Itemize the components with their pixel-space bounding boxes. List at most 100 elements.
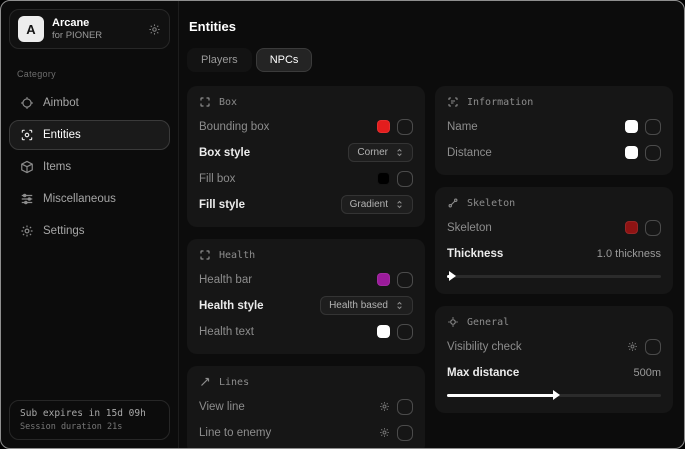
card-information-header: Information <box>447 96 661 108</box>
setting-label: Max distance <box>447 367 519 379</box>
box-select-icon <box>199 249 211 261</box>
setting-row-health-text: Health text <box>199 321 413 342</box>
setting-label: Fill style <box>199 199 245 211</box>
gear-icon[interactable] <box>627 341 638 352</box>
view-line-checkbox[interactable] <box>397 399 413 415</box>
card-title: Health <box>219 250 255 261</box>
category-label: Category <box>1 57 178 87</box>
sidebar-item-miscellaneous[interactable]: Miscellaneous <box>9 184 170 214</box>
setting-label: Health style <box>199 300 264 312</box>
entity-tabs: Players NPCs <box>187 48 672 72</box>
card-health: Health Health bar Health style H <box>187 239 425 354</box>
left-column: Box Bounding box Box style Corne <box>187 86 425 448</box>
tab-npcs[interactable]: NPCs <box>256 48 313 72</box>
sidebar-item-entities[interactable]: Entities <box>9 120 170 150</box>
setting-label: Skeleton <box>447 222 492 234</box>
thickness-slider[interactable] <box>447 270 661 282</box>
app-logo: A <box>18 16 44 42</box>
color-swatch[interactable] <box>625 146 638 159</box>
fill-style-dropdown[interactable]: Gradient <box>341 195 413 214</box>
color-swatch[interactable] <box>377 273 390 286</box>
name-checkbox[interactable] <box>645 119 661 135</box>
card-general-header: General <box>447 316 661 328</box>
setting-label: Visibility check <box>447 341 522 353</box>
sidebar-item-settings[interactable]: Settings <box>9 216 170 246</box>
box-style-dropdown[interactable]: Corner <box>348 143 413 162</box>
distance-checkbox[interactable] <box>645 145 661 161</box>
slider-track <box>447 275 661 278</box>
card-title: Lines <box>219 377 249 388</box>
unfold-icon <box>395 301 404 310</box>
card-title: Box <box>219 97 237 108</box>
dropdown-value: Corner <box>357 147 388 158</box>
visibility-check-checkbox[interactable] <box>645 339 661 355</box>
sidebar-item-label: Entities <box>43 129 81 141</box>
fill-box-checkbox[interactable] <box>397 171 413 187</box>
color-swatch[interactable] <box>377 120 390 133</box>
sidebar-item-aimbot[interactable]: Aimbot <box>9 88 170 118</box>
setting-row-thickness: Thickness 1.0 thickness <box>447 243 661 264</box>
setting-row-line-to-enemy: Line to enemy <box>199 422 413 443</box>
unfold-icon <box>395 148 404 157</box>
tab-players[interactable]: Players <box>187 48 252 72</box>
skeleton-checkbox[interactable] <box>645 220 661 236</box>
gear-icon[interactable] <box>148 23 161 36</box>
main-panel: Entities Players NPCs Box Bounding box <box>179 1 684 448</box>
info-scan-icon <box>447 96 459 108</box>
app-window: A Arcane for PIONER Category Aimbot <box>0 0 685 449</box>
setting-row-fill-style: Fill style Gradient <box>199 194 413 215</box>
setting-label: Fill box <box>199 173 235 185</box>
card-general: General Visibility check Max distance <box>435 306 673 413</box>
gear-icon <box>20 224 34 238</box>
card-skeleton-header: Skeleton <box>447 197 661 209</box>
setting-row-skeleton: Skeleton <box>447 217 661 238</box>
sidebar-nav: Aimbot Entities Items Miscellaneous <box>1 87 178 247</box>
card-title: Skeleton <box>467 198 515 209</box>
card-box-header: Box <box>199 96 413 108</box>
sidebar-item-label: Aimbot <box>43 97 79 109</box>
health-text-checkbox[interactable] <box>397 324 413 340</box>
sidebar: A Arcane for PIONER Category Aimbot <box>1 1 179 448</box>
dropdown-value: Health based <box>329 300 388 311</box>
setting-label: Name <box>447 121 478 133</box>
gear-icon[interactable] <box>379 427 390 438</box>
gear-icon[interactable] <box>379 401 390 412</box>
card-title: General <box>467 317 509 328</box>
setting-label: Bounding box <box>199 121 269 133</box>
sidebar-item-label: Miscellaneous <box>43 193 116 205</box>
color-swatch[interactable] <box>377 172 390 185</box>
setting-row-box-style: Box style Corner <box>199 142 413 163</box>
color-swatch[interactable] <box>625 120 638 133</box>
sidebar-item-items[interactable]: Items <box>9 152 170 182</box>
setting-label: Distance <box>447 147 492 159</box>
cube-icon <box>20 160 34 174</box>
setting-label: Line to enemy <box>199 427 271 439</box>
color-swatch[interactable] <box>625 221 638 234</box>
health-style-dropdown[interactable]: Health based <box>320 296 413 315</box>
color-swatch[interactable] <box>377 325 390 338</box>
card-skeleton: Skeleton Skeleton Thickness 1.0 thicknes… <box>435 187 673 294</box>
setting-row-name: Name <box>447 116 661 137</box>
max-distance-value: 500m <box>633 367 661 379</box>
slider-fill <box>447 275 450 278</box>
sidebar-item-label: Settings <box>43 225 85 237</box>
setting-label: Health text <box>199 326 254 338</box>
diagonal-line-icon <box>199 376 211 388</box>
crosshair-icon <box>20 96 34 110</box>
setting-label: Box style <box>199 147 250 159</box>
app-meta: Arcane for PIONER <box>52 17 102 41</box>
setting-label: Health bar <box>199 274 252 286</box>
bounding-box-checkbox[interactable] <box>397 119 413 135</box>
subscription-panel: Sub expires in 15d 09h Session duration … <box>9 400 170 440</box>
max-distance-slider[interactable] <box>447 389 661 401</box>
cards-grid: Box Bounding box Box style Corne <box>187 86 672 448</box>
card-box: Box Bounding box Box style Corne <box>187 86 425 227</box>
card-health-header: Health <box>199 249 413 261</box>
health-bar-checkbox[interactable] <box>397 272 413 288</box>
card-title: Information <box>467 97 533 108</box>
line-to-enemy-checkbox[interactable] <box>397 425 413 441</box>
setting-row-fill-box: Fill box <box>199 168 413 189</box>
card-information: Information Name Distance <box>435 86 673 175</box>
unfold-icon <box>395 200 404 209</box>
setting-row-max-distance: Max distance 500m <box>447 362 661 383</box>
